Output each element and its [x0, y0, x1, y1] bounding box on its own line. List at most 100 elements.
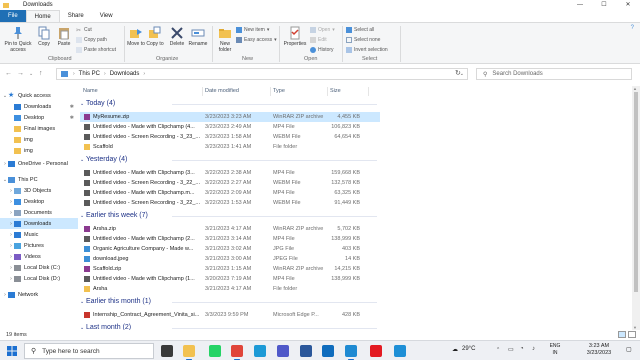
notification-icon[interactable]: ▢ — [626, 346, 632, 353]
nav-item[interactable]: img — [0, 145, 78, 156]
edit-button[interactable]: Edit — [310, 37, 327, 43]
select-all-button[interactable]: Select all — [346, 27, 374, 33]
file-row[interactable]: Organic Agriculture Company - Made w... 3… — [80, 244, 380, 254]
file-row[interactable]: Arsha 3/21/2023 4:17 AM File folder — [80, 284, 380, 294]
weather-temp[interactable]: 29°C — [462, 346, 475, 352]
rename-button[interactable]: Rename — [188, 26, 208, 47]
file-row[interactable]: Internship_Contract_Agreement_Vinita_si.… — [80, 310, 380, 320]
group-header[interactable]: ⌄ Today (4) — [80, 100, 380, 107]
nav-item[interactable]: › Local Disk (C:) — [0, 262, 78, 273]
language-indicator[interactable]: ENG IN — [547, 343, 563, 357]
large-icons-view-icon[interactable] — [628, 331, 636, 338]
tab-home[interactable]: Home — [25, 10, 60, 22]
nav-item[interactable]: › OneDrive - Personal — [0, 158, 78, 169]
paste-button[interactable]: Paste — [55, 26, 73, 47]
search-box[interactable]: ⚲ Search Downloads — [476, 68, 632, 80]
help-icon[interactable]: ? — [631, 25, 634, 31]
nav-item[interactable]: › Music — [0, 229, 78, 240]
close-button[interactable]: ✕ — [616, 0, 640, 10]
minimize-button[interactable]: — — [568, 0, 592, 10]
whatsapp-icon[interactable] — [209, 345, 221, 357]
show-hidden-icons-icon[interactable]: ⌃ — [496, 347, 500, 353]
screen-icon[interactable] — [394, 345, 406, 357]
delete-button[interactable]: Delete — [168, 26, 186, 47]
taskbar-clock[interactable]: 3:23 AM 3/23/2023 — [582, 343, 616, 357]
column-header-size[interactable]: Size — [330, 88, 341, 94]
open-button[interactable]: Open ▾ — [310, 27, 335, 33]
up-arrow-icon[interactable]: ↑ — [39, 70, 43, 77]
file-row[interactable]: Untitled video - Screen Recording - 3_22… — [80, 178, 380, 188]
file-row[interactable]: Scaffold.zip 3/21/2023 1:15 AM WinRAR ZIP … — [80, 264, 380, 274]
opera-icon[interactable] — [370, 345, 382, 357]
word-icon[interactable] — [300, 345, 312, 357]
group-header[interactable]: ⌄ Earlier this week (7) — [80, 212, 380, 219]
forward-arrow-icon[interactable]: → — [17, 70, 24, 77]
nav-item[interactable]: › Documents — [0, 207, 78, 218]
pin-to-quick-access-button[interactable]: Pin to Quick access — [4, 26, 32, 53]
mail-icon[interactable] — [322, 345, 334, 357]
nav-item[interactable]: › Desktop — [0, 196, 78, 207]
maximize-button[interactable]: ☐ — [592, 0, 616, 10]
refresh-icon[interactable]: ↻ — [455, 69, 461, 77]
nav-item[interactable]: ⌄ This PC — [0, 174, 78, 185]
address-bar[interactable]: › This PC › Downloads › ⌄ — [56, 68, 468, 80]
vscode-icon[interactable] — [345, 345, 357, 360]
file-row[interactable]: Untitled video - Made with Clipchamp (3.… — [80, 168, 380, 178]
edge-icon[interactable] — [254, 345, 266, 357]
nav-item[interactable]: › Pictures — [0, 240, 78, 251]
new-item-button[interactable]: New item ▾ — [236, 27, 269, 33]
nav-item[interactable]: ⌄ ★ Quick access — [0, 90, 78, 101]
nav-item[interactable]: Desktop ✱ — [0, 112, 78, 123]
paste-shortcut-button[interactable]: Paste shortcut — [76, 47, 116, 53]
task-view-icon[interactable] — [161, 345, 173, 357]
column-header-name[interactable]: Name — [83, 88, 98, 94]
move-to-button[interactable]: Move to — [127, 26, 145, 47]
breadcrumb-this-pc[interactable]: This PC — [79, 71, 100, 77]
new-folder-button[interactable]: New folder — [215, 26, 235, 53]
recent-locations-icon[interactable]: ⌄ — [29, 71, 33, 77]
nav-item[interactable]: Final images — [0, 123, 78, 134]
file-row[interactable]: Untitled video - Made with Clipchamp (4.… — [80, 122, 380, 132]
windows-start-icon[interactable] — [7, 346, 17, 356]
weather-icon[interactable]: ☁ — [452, 346, 458, 353]
nav-item[interactable]: › Downloads — [0, 218, 78, 229]
nav-item[interactable]: Downloads ✱ — [0, 101, 78, 112]
file-row[interactable]: MyResume.zip 3/23/2023 3:23 AM WinRAR ZIP … — [80, 112, 380, 122]
wifi-icon[interactable]: ◔ — [520, 346, 524, 352]
details-view-icon[interactable] — [618, 331, 626, 338]
tab-share[interactable]: Share — [60, 10, 92, 22]
file-row[interactable]: Scaffold 3/23/2023 1:41 AM File folder — [80, 142, 380, 152]
tab-view[interactable]: View — [92, 10, 121, 22]
file-row[interactable]: Untitled video - Made with Clipchamp.m..… — [80, 188, 380, 198]
nav-item[interactable]: › Videos — [0, 251, 78, 262]
copy-to-button[interactable]: Copy to — [146, 26, 164, 47]
invert-selection-button[interactable]: Invert selection — [346, 47, 388, 53]
cut-button[interactable]: ✂ Cut — [76, 27, 92, 34]
file-explorer-icon[interactable] — [183, 345, 195, 360]
tab-file[interactable]: File — [0, 10, 26, 22]
nav-item[interactable]: img — [0, 134, 78, 145]
taskbar-search-box[interactable]: ⚲ Type here to search — [24, 343, 154, 359]
properties-button[interactable]: Properties — [283, 26, 307, 47]
copy-path-button[interactable]: Copy path — [76, 37, 107, 43]
file-row[interactable]: download.jpeg 3/21/2023 3:00 AM JPEG File 1… — [80, 254, 380, 264]
select-none-button[interactable]: Select none — [346, 37, 380, 43]
copy-button[interactable]: Copy — [35, 26, 53, 47]
file-row[interactable]: Arsha.zip 3/21/2023 4:17 AM WinRAR ZIP arc… — [80, 224, 380, 234]
group-header[interactable]: ⌄ Yesterday (4) — [80, 156, 380, 163]
back-arrow-icon[interactable]: ← — [5, 70, 12, 77]
battery-icon[interactable]: ▭ — [508, 346, 514, 353]
easy-access-button[interactable]: Easy access ▾ — [236, 37, 277, 43]
scrollbar-thumb[interactable] — [634, 92, 638, 292]
nav-item[interactable]: › Network — [0, 289, 78, 300]
nav-item[interactable]: › 3D Objects — [0, 185, 78, 196]
group-header[interactable]: ⌄ Earlier this month (1) — [80, 298, 380, 305]
volume-icon[interactable]: ♪ — [532, 346, 535, 352]
file-row[interactable]: Untitled video - Made with Clipchamp (2.… — [80, 234, 380, 244]
vertical-scrollbar[interactable]: ▲ ▼ — [632, 86, 640, 330]
scroll-up-icon[interactable]: ▲ — [633, 86, 637, 91]
file-row[interactable]: Untitled video - Screen Recording - 3_23… — [80, 132, 380, 142]
column-header-date[interactable]: Date modified — [205, 88, 239, 94]
chrome-icon[interactable] — [231, 345, 243, 360]
nav-item[interactable]: › Local Disk (D:) — [0, 273, 78, 284]
